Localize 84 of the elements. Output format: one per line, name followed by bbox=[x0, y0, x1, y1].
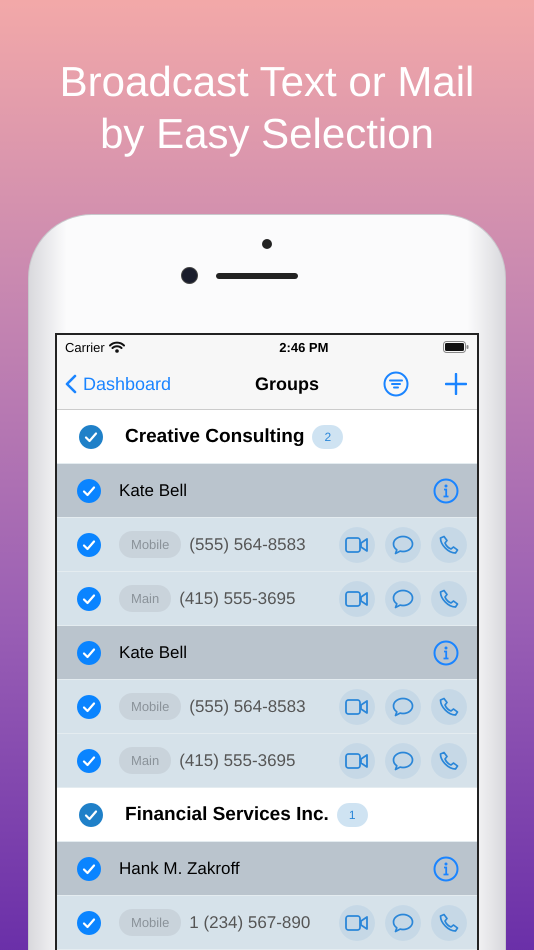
back-button[interactable]: Dashboard bbox=[65, 374, 172, 394]
phone-number: (555) 564-8583 bbox=[189, 534, 307, 554]
check-icon bbox=[82, 862, 96, 874]
chat-bubble-icon bbox=[392, 912, 414, 932]
checkbox[interactable] bbox=[77, 640, 101, 664]
phone-icon bbox=[439, 750, 459, 770]
wifi-icon bbox=[108, 341, 125, 353]
message-button[interactable] bbox=[385, 526, 421, 562]
video-call-button[interactable] bbox=[339, 580, 375, 616]
phone-icon bbox=[439, 534, 459, 554]
check-icon bbox=[82, 538, 96, 550]
call-button[interactable] bbox=[431, 526, 467, 562]
nav-title: Groups bbox=[254, 374, 320, 394]
video-call-button[interactable] bbox=[339, 904, 375, 940]
count-badge: 2 bbox=[312, 424, 344, 448]
video-call-button[interactable] bbox=[339, 526, 375, 562]
check-icon bbox=[82, 484, 96, 496]
checkbox[interactable] bbox=[79, 424, 103, 448]
chat-bubble-icon bbox=[392, 696, 414, 716]
headline-line: by Easy Selection bbox=[99, 109, 435, 159]
check-icon bbox=[84, 808, 98, 820]
check-icon bbox=[82, 754, 96, 766]
video-camera-icon bbox=[345, 698, 369, 716]
contact-name: Hank M. Zakroff bbox=[119, 858, 241, 878]
filter-icon[interactable] bbox=[383, 371, 409, 397]
info-icon[interactable] bbox=[433, 640, 459, 666]
phone-number: (555) 564-8583 bbox=[189, 696, 307, 716]
phone-number: (415) 555-3695 bbox=[179, 588, 296, 608]
check-icon bbox=[82, 700, 96, 712]
phone-type-tag: Mobile bbox=[119, 531, 182, 558]
contact-name: Kate Bell bbox=[119, 642, 188, 662]
video-call-button[interactable] bbox=[339, 688, 375, 724]
phone-type-tag: Mobile bbox=[119, 693, 182, 720]
camera-icon bbox=[180, 267, 198, 284]
checkbox[interactable] bbox=[77, 910, 101, 934]
check-icon bbox=[82, 592, 96, 604]
checkbox[interactable] bbox=[79, 802, 103, 826]
info-icon[interactable] bbox=[433, 856, 459, 882]
group-name: Financial Services Inc. bbox=[125, 804, 329, 826]
chat-bubble-icon bbox=[392, 534, 414, 554]
checkbox[interactable] bbox=[77, 856, 101, 880]
speaker-icon bbox=[216, 272, 298, 278]
video-camera-icon bbox=[345, 914, 369, 932]
message-button[interactable] bbox=[385, 904, 421, 940]
phone-type-tag: Main bbox=[119, 585, 172, 612]
group-name: Creative Consulting bbox=[125, 426, 304, 448]
call-button[interactable] bbox=[431, 580, 467, 616]
contact-name: Kate Bell bbox=[119, 480, 188, 500]
message-button[interactable] bbox=[385, 742, 421, 778]
video-camera-icon bbox=[345, 590, 369, 608]
check-icon bbox=[84, 430, 98, 442]
phone-icon bbox=[439, 912, 459, 932]
chevron-icon bbox=[65, 374, 77, 394]
call-button[interactable] bbox=[431, 742, 467, 778]
checkbox[interactable] bbox=[77, 532, 101, 556]
sensor-icon bbox=[262, 239, 272, 249]
phone-icon bbox=[439, 696, 459, 716]
battery-icon bbox=[443, 341, 469, 353]
chat-bubble-icon bbox=[392, 750, 414, 770]
headline-line: Broadcast Text or Mail bbox=[60, 57, 474, 107]
message-button[interactable] bbox=[385, 688, 421, 724]
call-button[interactable] bbox=[431, 904, 467, 940]
status-time: 2:46 PM bbox=[279, 340, 328, 354]
video-call-button[interactable] bbox=[339, 742, 375, 778]
call-button[interactable] bbox=[431, 688, 467, 724]
checkbox[interactable] bbox=[77, 694, 101, 718]
message-button[interactable] bbox=[385, 580, 421, 616]
carrier-label: Carrier bbox=[65, 340, 105, 354]
info-icon[interactable] bbox=[433, 478, 459, 504]
count-badge: 1 bbox=[336, 802, 368, 826]
phone-type-tag: Main bbox=[119, 747, 172, 774]
phone-type-tag: Mobile bbox=[119, 909, 182, 936]
phone-icon bbox=[439, 588, 459, 608]
check-icon bbox=[82, 916, 96, 928]
video-camera-icon bbox=[345, 536, 369, 554]
phone-number: 1 (234) 567-890 bbox=[189, 912, 312, 932]
check-icon bbox=[82, 646, 96, 658]
chat-bubble-icon bbox=[392, 588, 414, 608]
checkbox[interactable] bbox=[77, 748, 101, 772]
checkbox[interactable] bbox=[77, 586, 101, 610]
add-icon[interactable] bbox=[445, 373, 467, 395]
phone-number: (415) 555-3695 bbox=[179, 750, 296, 770]
checkbox[interactable] bbox=[77, 478, 101, 502]
video-camera-icon bbox=[345, 752, 369, 770]
